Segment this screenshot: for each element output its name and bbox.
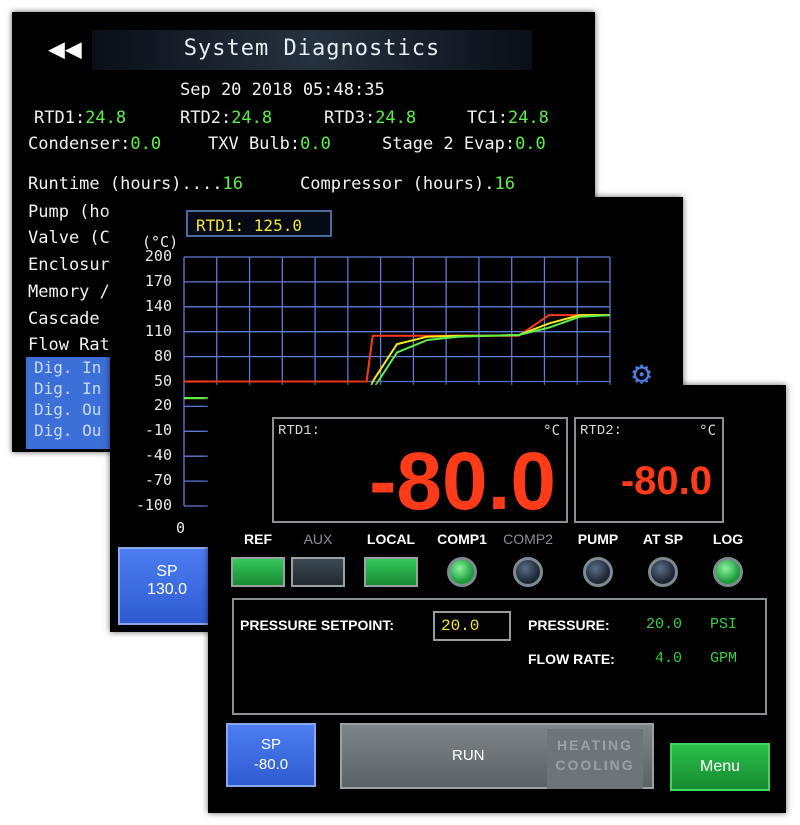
- setpoint-label: SP: [260, 736, 281, 753]
- pressure-value: 20.0: [646, 616, 683, 633]
- runtime-hours: Runtime (hours)....16: [28, 174, 243, 194]
- indicator-label-ref: REF: [244, 531, 272, 547]
- enclosure-row: Enclosur: [28, 255, 110, 275]
- log-indicator-light: [713, 557, 743, 587]
- menu-button[interactable]: Menu: [670, 743, 770, 791]
- rtd1-label: RTD1:: [278, 423, 321, 439]
- rtd2-reading: RTD2:24.8: [180, 108, 273, 128]
- stage2-evap-reading: Stage 2 Evap:0.0: [382, 134, 546, 154]
- page-title: System Diagnostics: [183, 36, 441, 61]
- comp1-indicator-light: [447, 557, 477, 587]
- tc1-reading: TC1:24.8: [467, 108, 549, 128]
- rtd2-unit: °C: [699, 423, 716, 439]
- datetime: Sep 20 2018 05:48:35: [180, 80, 385, 100]
- flow-rate-label: FLOW RATE:: [528, 651, 615, 667]
- pressure-label: PRESSURE:: [528, 617, 610, 633]
- setpoint-button[interactable]: SP -80.0: [226, 723, 316, 787]
- rtd2-readout: RTD2: °C -80.0: [574, 417, 724, 523]
- flow-rate-unit: GPM: [710, 650, 738, 667]
- x-axis-origin: 0: [176, 519, 186, 537]
- pressure-unit: PSI: [710, 616, 738, 633]
- setpoint-label: SP: [156, 563, 178, 580]
- indicator-label-log: LOG: [712, 531, 744, 547]
- heating-cooling-status: HEATING COOLING: [547, 729, 643, 789]
- pressure-setpoint-input[interactable]: 20.0: [433, 611, 511, 641]
- indicator-label-aux: AUX: [303, 531, 333, 547]
- rtd1-value: -80.0: [369, 436, 556, 527]
- ref-button[interactable]: [231, 557, 285, 587]
- title-bar: System Diagnostics: [92, 30, 532, 70]
- setpoint-button[interactable]: SP 130.0: [118, 547, 216, 625]
- comp2-indicator-light: [513, 557, 543, 587]
- rtd2-label: RTD2:: [580, 423, 623, 439]
- control-screen: RTD1: °C -80.0 RTD2: °C -80.0 REF AUX LOCA…: [208, 385, 786, 813]
- pump-row: Pump (ho: [28, 202, 110, 222]
- setpoint-value: 130.0: [146, 581, 188, 598]
- back-icon[interactable]: ◀◀: [48, 34, 82, 64]
- memory-row: Memory /: [28, 282, 110, 302]
- valve-row: Valve (C: [28, 228, 110, 248]
- indicator-label-comp1: COMP1: [437, 531, 487, 547]
- setpoint-value: -80.0: [253, 756, 289, 773]
- condenser-reading: Condenser:0.0: [28, 134, 162, 154]
- cascade-row: Cascade: [28, 309, 100, 329]
- flow-rate-row: Flow Rat: [28, 335, 110, 355]
- rtd1-reading: RTD1:24.8: [34, 108, 127, 128]
- indicator-label-local: LOCAL: [366, 531, 416, 547]
- rtd3-reading: RTD3:24.8: [324, 108, 417, 128]
- pump-indicator-light: [583, 557, 613, 587]
- rtd1-readout: RTD1: °C -80.0: [272, 417, 568, 523]
- indicator-label-pump: PUMP: [577, 531, 619, 547]
- pressure-setpoint-label: PRESSURE SETPOINT:: [240, 617, 395, 633]
- indicator-label-comp2: COMP2: [503, 531, 553, 547]
- rtd2-value: -80.0: [620, 459, 712, 503]
- at-sp-indicator-light: [648, 557, 678, 587]
- run-button[interactable]: RUN HEATING COOLING: [340, 723, 654, 789]
- flow-rate-value: 4.0: [655, 650, 683, 667]
- run-label: RUN: [452, 747, 485, 764]
- indicator-label-at-sp: AT SP: [642, 531, 684, 547]
- local-button[interactable]: [364, 557, 418, 587]
- heating-label: HEATING: [557, 737, 633, 753]
- txv-bulb-reading: TXV Bulb:0.0: [208, 134, 331, 154]
- aux-button[interactable]: [291, 557, 345, 587]
- cooling-label: COOLING: [555, 757, 635, 773]
- compressor-hours: Compressor (hours).16: [300, 174, 515, 194]
